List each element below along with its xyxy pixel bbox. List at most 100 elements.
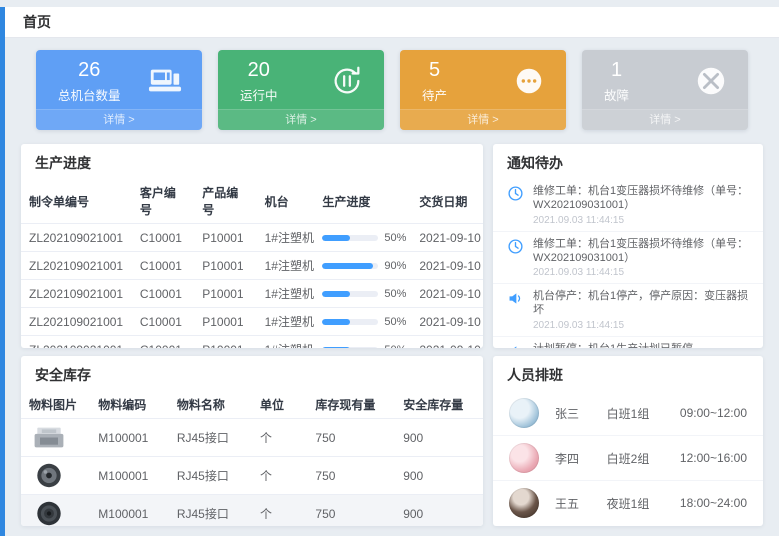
- notice-item[interactable]: 计划暂停：机台1生产计划已暂停 2021.09.03 11:44:15: [493, 337, 763, 348]
- notice-text: 机台停产：机台1停产，停产原因：变压器损坏: [533, 289, 749, 318]
- production-row[interactable]: ZL202109021001 C10001 P10001 1#注塑机 50% 2…: [21, 308, 483, 336]
- safety-stock-cell: 900: [395, 419, 483, 457]
- progress-cell: 50%: [314, 308, 411, 336]
- panels-grid: 生产进度 制令单编号 客户编号 产品编号 机台 生产进度 交货日期: [21, 144, 763, 526]
- notice-item[interactable]: 维修工单：机台1变压器损坏待维修（单号：WX202109031001） 2021…: [493, 232, 763, 285]
- stat-card-fault[interactable]: 1 故障 详情 >: [582, 50, 748, 130]
- stat-card-standby[interactable]: 5 待产 详情 >: [400, 50, 566, 130]
- machine-cell: 1#注塑机: [257, 252, 315, 280]
- inventory-row[interactable]: M100001 RJ45接口 个 750 900: [21, 419, 483, 457]
- material-name-cell: RJ45接口: [169, 495, 252, 527]
- date-cell: 2021-09-10: [411, 224, 483, 252]
- progress-label: 50%: [384, 288, 406, 300]
- progress-label: 90%: [384, 260, 406, 272]
- staff-shift: 夜班1组: [607, 495, 680, 512]
- card-detail-link[interactable]: 详情 >: [218, 109, 384, 130]
- product-cell: P10001: [194, 252, 256, 280]
- date-cell: 2021-09-10: [411, 252, 483, 280]
- production-row[interactable]: ZL202109021001 C10001 P10001 1#注塑机 50% 2…: [21, 336, 483, 349]
- production-row[interactable]: ZL202109021001 C10001 P10001 1#注塑机 50% 2…: [21, 280, 483, 308]
- material-image-cell: [21, 495, 90, 527]
- safety-inventory-panel: 安全库存 物料图片 物料编码 物料名称 单位 库存现有量 安全库存量: [21, 356, 483, 526]
- column-header: 安全库存量: [395, 391, 483, 419]
- standby-ellipsis-icon: [512, 64, 546, 98]
- column-header: 库存现有量: [307, 391, 395, 419]
- notice-item[interactable]: 机台停产：机台1停产，停产原因：变压器损坏 2021.09.03 11:44:1…: [493, 284, 763, 337]
- staff-shift: 白班1组: [607, 405, 680, 422]
- column-header: 物料编码: [90, 391, 169, 419]
- product-cell: P10001: [194, 308, 256, 336]
- order-cell: ZL202109021001: [21, 224, 132, 252]
- table-header-row: 物料图片 物料编码 物料名称 单位 库存现有量 安全库存量: [21, 391, 483, 419]
- staff-name: 李四: [555, 450, 607, 467]
- material-image-cell: [21, 457, 90, 495]
- inventory-table: 物料图片 物料编码 物料名称 单位 库存现有量 安全库存量: [21, 391, 483, 526]
- stock-cell: 750: [307, 457, 395, 495]
- inventory-row[interactable]: M100001 RJ45接口 个 750 900: [21, 457, 483, 495]
- machine-icon: [148, 64, 182, 98]
- material-code-cell: M100001: [90, 457, 169, 495]
- staff-name: 王五: [555, 495, 607, 512]
- stat-value: 20: [240, 59, 278, 82]
- progress-bar: [322, 347, 378, 349]
- unit-cell: 个: [252, 495, 307, 527]
- progress-cell: 50%: [314, 280, 411, 308]
- safety-stock-cell: 900: [395, 457, 483, 495]
- speaker-icon: [507, 289, 525, 332]
- progress-cell: 90%: [314, 252, 411, 280]
- stat-label: 运行中: [240, 85, 278, 104]
- round-connector-photo: [29, 462, 82, 489]
- staff-row: 王五 夜班1组 18:00~24:00: [493, 481, 763, 525]
- production-row[interactable]: ZL202109021001 C10001 P10001 1#注塑机 50% 2…: [21, 224, 483, 252]
- panel-title: 生产进度: [21, 144, 483, 179]
- unit-cell: 个: [252, 457, 307, 495]
- card-detail-link[interactable]: 详情 >: [582, 109, 748, 130]
- notice-item[interactable]: 维修工单：机台1变压器损坏待维修（单号：WX202109031001） 2021…: [493, 179, 763, 232]
- column-header: 客户编号: [132, 179, 194, 224]
- material-name-cell: RJ45接口: [169, 419, 252, 457]
- stat-label: 总机台数量: [58, 85, 121, 104]
- rj45-connector-photo: [29, 424, 82, 451]
- stat-card-running[interactable]: 20 运行中 详情 >: [218, 50, 384, 130]
- date-cell: 2021-09-10: [411, 336, 483, 349]
- production-row[interactable]: ZL202109021001 C10001 P10001 1#注塑机 90% 2…: [21, 252, 483, 280]
- staff-row: 张三 白班1组 09:00~12:00: [493, 391, 763, 436]
- unit-cell: 个: [252, 419, 307, 457]
- stat-label: 待产: [422, 85, 447, 104]
- table-header-row: 制令单编号 客户编号 产品编号 机台 生产进度 交货日期: [21, 179, 483, 224]
- inventory-row[interactable]: M100001 RJ45接口 个 750 900: [21, 495, 483, 527]
- production-progress-panel: 生产进度 制令单编号 客户编号 产品编号 机台 生产进度 交货日期: [21, 144, 483, 348]
- left-edge-strip: [0, 7, 5, 536]
- material-image-cell: [21, 419, 90, 457]
- stat-value: 1: [604, 59, 629, 82]
- card-detail-link[interactable]: 详情 >: [400, 109, 566, 130]
- staff-row: 李四 白班2组 12:00~16:00: [493, 436, 763, 481]
- notice-text: 维修工单：机台1变压器损坏待维修（单号：WX202109031001）: [533, 184, 749, 213]
- machine-cell: 1#注塑机: [257, 224, 315, 252]
- card-detail-link[interactable]: 详情 >: [36, 109, 202, 130]
- column-header: 物料图片: [21, 391, 90, 419]
- clock-icon: [507, 237, 525, 280]
- product-cell: P10001: [194, 336, 256, 349]
- notice-text: 计划暂停：机台1生产计划已暂停: [533, 342, 693, 348]
- customer-cell: C10001: [132, 224, 194, 252]
- column-header: 机台: [257, 179, 315, 224]
- speaker-driver-photo: [29, 500, 82, 526]
- date-cell: 2021-09-10: [411, 308, 483, 336]
- order-cell: ZL202109021001: [21, 308, 132, 336]
- stat-card-total-machines[interactable]: 26 总机台数量 详情 >: [36, 50, 202, 130]
- material-code-cell: M100001: [90, 419, 169, 457]
- notice-time: 2021.09.03 11:44:15: [533, 267, 749, 279]
- order-cell: ZL202109021001: [21, 280, 132, 308]
- staff-schedule-panel: 人员排班 张三 白班1组 09:00~12:00 李四 白班2组 12:00~1…: [493, 356, 763, 526]
- staff-shift: 白班2组: [607, 450, 680, 467]
- order-cell: ZL202109021001: [21, 252, 132, 280]
- speaker-icon: [507, 342, 525, 348]
- material-code-cell: M100001: [90, 495, 169, 527]
- progress-bar: [322, 319, 378, 325]
- column-header: 单位: [252, 391, 307, 419]
- stock-cell: 750: [307, 495, 395, 527]
- customer-cell: C10001: [132, 308, 194, 336]
- stat-cards-row: 26 总机台数量 详情 >: [21, 50, 763, 130]
- page-title: 首页: [23, 12, 51, 32]
